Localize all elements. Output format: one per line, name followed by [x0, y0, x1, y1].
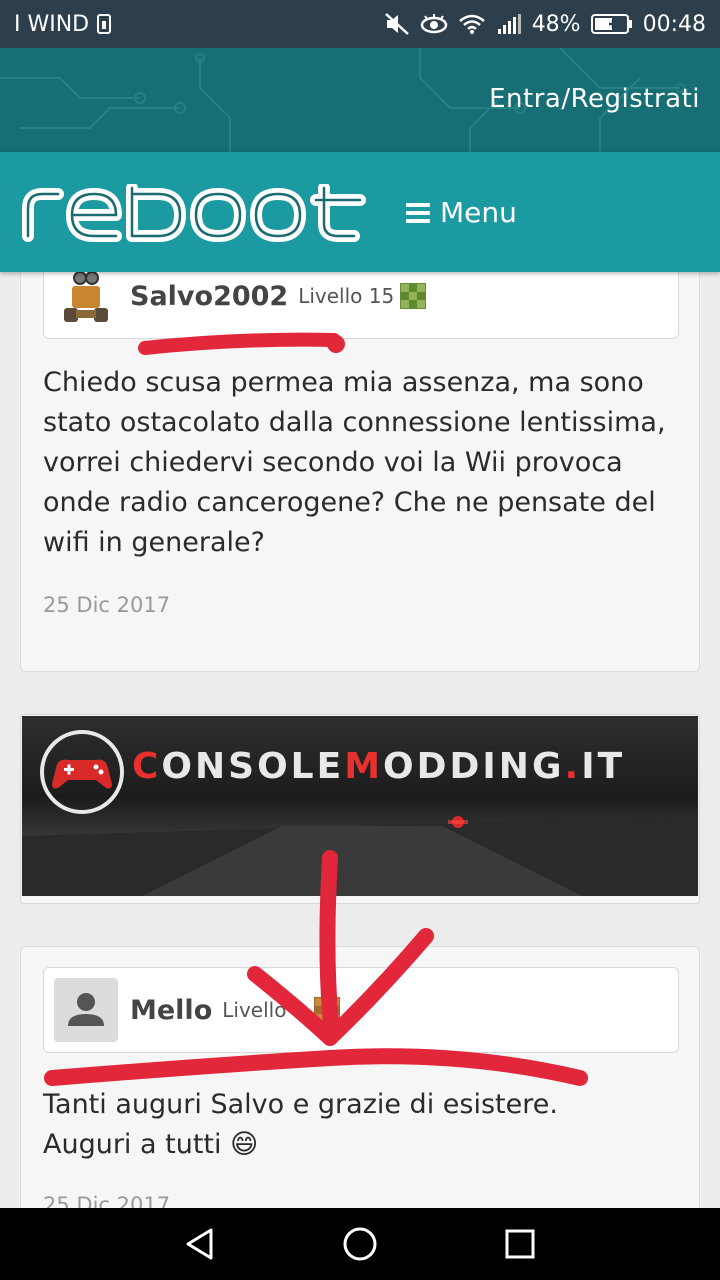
- status-bar: I WIND 48% 00:48: [0, 0, 720, 48]
- battery-icon: [590, 14, 632, 34]
- home-circle-icon: [343, 1227, 377, 1261]
- post-author-box[interactable]: Salvo2002 Livello 15: [43, 272, 679, 339]
- mute-icon: [384, 13, 409, 35]
- menu-label: Menu: [440, 196, 517, 229]
- ad-banner[interactable]: CONSOLEMODDING.IT: [20, 714, 700, 904]
- thread-content: Salvo2002 Livello 15 Chiedo scusa permea…: [0, 272, 720, 1208]
- post-body: Tanti auguri Salvo e grazie di esistere.…: [43, 1089, 558, 1160]
- post-level: Livello 15: [298, 284, 395, 308]
- recents-button[interactable]: [490, 1214, 550, 1274]
- system-nav-bar: [0, 1208, 720, 1280]
- post-body: Chiedo scusa permea mia assenza, ma sono…: [43, 367, 666, 558]
- post-level: Livello: [222, 998, 287, 1022]
- default-avatar-icon[interactable]: [54, 978, 118, 1042]
- post-card: Mello Livello Tanti auguri Salvo e grazi…: [20, 946, 700, 1208]
- back-triangle-icon: [186, 1228, 213, 1260]
- level-badge-icon: [400, 283, 427, 309]
- post-username[interactable]: Salvo2002: [130, 281, 288, 312]
- home-button[interactable]: [330, 1214, 390, 1274]
- wifi-icon: [458, 14, 485, 34]
- back-button[interactable]: [170, 1214, 230, 1274]
- site-header: Menu: [0, 152, 720, 272]
- battery-percent: 48%: [531, 11, 581, 37]
- ad-brand-text: CONSOLEMODDING.IT: [132, 746, 626, 787]
- eye-icon: [420, 14, 447, 34]
- reboot-logo[interactable]: [20, 184, 380, 242]
- post-author-box[interactable]: Mello Livello: [43, 967, 679, 1053]
- hamburger-icon: [406, 202, 430, 223]
- ad-image[interactable]: CONSOLEMODDING.IT: [22, 716, 698, 896]
- menu-button[interactable]: Menu: [406, 196, 517, 229]
- carrier-label: I WIND: [14, 11, 90, 37]
- sim-icon: [97, 14, 112, 34]
- signal-icon: [497, 14, 521, 34]
- gamepad-icon: [40, 730, 124, 814]
- post-date[interactable]: 25 Dic 2017: [43, 1193, 170, 1208]
- recents-square-icon: [505, 1229, 535, 1259]
- avatar[interactable]: [54, 272, 118, 328]
- post-date[interactable]: 25 Dic 2017: [43, 593, 170, 617]
- level-badge-icon: [314, 997, 341, 1023]
- clock: 00:48: [642, 11, 706, 37]
- post-card: Salvo2002 Livello 15 Chiedo scusa permea…: [20, 272, 700, 672]
- top-banner: Entra/Registrati: [0, 48, 720, 152]
- post-username[interactable]: Mello: [130, 995, 212, 1026]
- login-register-link[interactable]: Entra/Registrati: [489, 84, 700, 114]
